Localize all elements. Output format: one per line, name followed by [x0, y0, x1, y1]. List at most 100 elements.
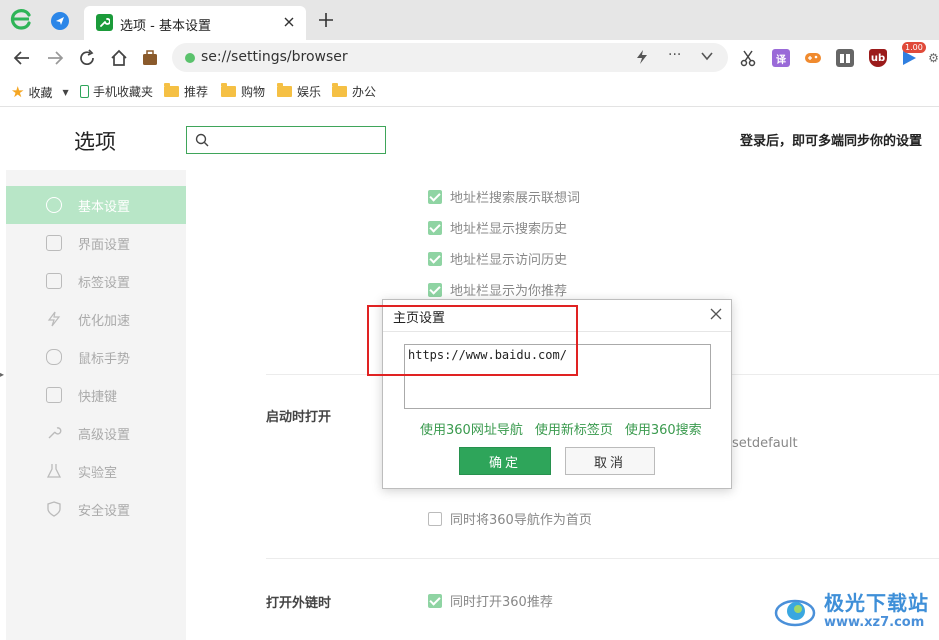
gamepad-icon[interactable]: [804, 49, 822, 67]
ok-button[interactable]: 确定: [459, 447, 551, 475]
sidebar-item-label: 标签设置: [78, 275, 131, 291]
lightning-icon: [46, 311, 62, 327]
wrench-icon: [96, 14, 113, 31]
external-option-row[interactable]: 同时打开360推荐: [428, 591, 553, 610]
address-option-row[interactable]: 地址栏显示为你推荐: [428, 280, 567, 299]
sidebar-item-label: 安全设置: [78, 503, 131, 519]
option-label: 地址栏显示搜索历史: [450, 222, 568, 237]
tab-settings[interactable]: 选项 - 基本设置: [84, 6, 306, 40]
watermark: 极光下载站 www.xz7.com: [770, 583, 935, 637]
back-icon[interactable]: [12, 48, 32, 68]
checkbox[interactable]: [428, 189, 442, 204]
checkbox[interactable]: [428, 282, 442, 297]
forward-icon[interactable]: [45, 48, 65, 68]
address-option-row[interactable]: 地址栏显示搜索历史: [428, 218, 567, 237]
bookmark-folder[interactable]: 购物: [221, 83, 265, 100]
checkbox[interactable]: [428, 251, 442, 266]
bookmark-folder[interactable]: 推荐: [164, 83, 208, 100]
bookmark-label: 办公: [352, 85, 377, 99]
ublock-icon[interactable]: ub: [869, 49, 887, 67]
sidebar-item-lab[interactable]: 实验室: [6, 452, 186, 490]
briefcase-icon[interactable]: [140, 48, 160, 68]
use-360-search-link[interactable]: 使用360搜索: [625, 419, 702, 438]
sidebar-item-basic[interactable]: 基本设置: [6, 186, 186, 224]
sidebar-item-label: 界面设置: [78, 237, 131, 253]
preset-links: 使用360网址导航 使用新标签页 使用360搜索: [420, 419, 702, 438]
sidebar-item-label: 实验室: [78, 465, 118, 481]
checkbox[interactable]: [428, 220, 442, 235]
wrench-icon: [46, 425, 62, 441]
external-links-section-label: 打开外链时: [266, 596, 332, 611]
new-tab-icon[interactable]: [318, 12, 334, 28]
startup-section-label: 启动时打开: [266, 410, 332, 425]
sidebar-item-advanced[interactable]: 高级设置: [6, 414, 186, 452]
use-360-nav-link[interactable]: 使用360网址导航: [420, 419, 523, 438]
extension-badge: 1.00: [902, 42, 926, 53]
settings-circle-icon: [46, 197, 62, 213]
option-label: 地址栏显示为你推荐: [450, 284, 568, 299]
sidebar-item-optimize[interactable]: 优化加速: [6, 300, 186, 338]
sidebar-item-label: 快捷键: [78, 389, 118, 405]
more-icon[interactable]: ···: [668, 47, 681, 63]
window-icon: [46, 235, 62, 251]
bookmark-label: 娱乐: [297, 85, 322, 99]
address-url[interactable]: se://settings/browser: [201, 49, 348, 65]
red-highlight-box: [367, 305, 578, 376]
checkbox[interactable]: [428, 511, 442, 526]
sidebar-item-tabs[interactable]: 标签设置: [6, 262, 186, 300]
cancel-button[interactable]: 取消: [565, 447, 655, 475]
homepage-option-row[interactable]: 同时将360导航作为首页: [428, 509, 592, 528]
browser-logo-icon[interactable]: [8, 6, 34, 32]
shield-icon: [46, 501, 62, 517]
home-icon[interactable]: [109, 48, 129, 68]
translate-icon[interactable]: 译: [772, 49, 790, 67]
send-icon[interactable]: [51, 12, 69, 30]
watermark-url: www.xz7.com: [824, 615, 925, 630]
sidebar-item-gestures[interactable]: 鼠标手势: [6, 338, 186, 376]
settings-header: 选项 登录后，即可多端同步你的设置: [6, 108, 939, 170]
tab-title: 选项 - 基本设置: [120, 19, 211, 34]
folder-icon: [221, 83, 236, 97]
use-new-tab-link[interactable]: 使用新标签页: [535, 419, 613, 438]
tab-strip: 选项 - 基本设置: [0, 0, 939, 40]
bookmark-label: 推荐: [184, 85, 209, 99]
bookmark-folder[interactable]: 办公: [332, 83, 376, 100]
flask-icon: [46, 463, 62, 479]
reader-icon[interactable]: [836, 49, 854, 67]
close-icon[interactable]: [709, 307, 723, 321]
search-icon: [195, 133, 209, 147]
address-option-row[interactable]: 地址栏搜索展示联想词: [428, 187, 580, 206]
caret-down-icon[interactable]: ▼: [62, 88, 68, 97]
sidebar-item-security[interactable]: 安全设置: [6, 490, 186, 528]
chevron-down-icon[interactable]: [700, 49, 714, 67]
reload-icon[interactable]: [77, 48, 97, 68]
bookmark-mobile[interactable]: 手机收藏夹: [80, 83, 153, 100]
sidebar-item-shortcuts[interactable]: 快捷键: [6, 376, 186, 414]
bookmark-label: 购物: [241, 85, 266, 99]
login-sync-hint[interactable]: 登录后，即可多端同步你的设置: [740, 130, 922, 149]
startup-partial-text: setdefault: [732, 436, 798, 451]
settings-gear-icon[interactable]: ⚙: [928, 49, 939, 67]
mouse-icon: [46, 349, 62, 365]
sidebar-item-label: 优化加速: [78, 313, 131, 329]
bookmark-label: 手机收藏夹: [93, 85, 154, 99]
close-tab-icon[interactable]: [282, 15, 296, 29]
option-label: 地址栏搜索展示联想词: [450, 191, 581, 206]
section-divider: [266, 558, 939, 559]
sidebar-item-interface[interactable]: 界面设置: [6, 224, 186, 262]
settings-search-input[interactable]: [186, 126, 386, 154]
settings-sidebar: 基本设置 界面设置 标签设置 优化加速 鼠标手势 快捷键 高级设置 实验室 安全…: [6, 186, 186, 528]
flash-icon[interactable]: [635, 49, 649, 69]
bookmark-favorites[interactable]: ★ 收藏 ▼: [11, 83, 69, 101]
expand-arrow-icon[interactable]: ▸: [0, 370, 4, 379]
secure-icon: [185, 53, 195, 63]
checkbox[interactable]: [428, 593, 442, 608]
bookmark-folder[interactable]: 娱乐: [277, 83, 321, 100]
address-option-row[interactable]: 地址栏显示访问历史: [428, 249, 567, 268]
address-bar[interactable]: se://settings/browser ···: [172, 43, 728, 72]
page-title: 选项: [74, 130, 116, 154]
scissors-icon[interactable]: [738, 48, 758, 68]
phone-icon: [80, 85, 89, 98]
folder-icon: [332, 83, 347, 97]
option-label: 同时打开360推荐: [450, 595, 553, 610]
